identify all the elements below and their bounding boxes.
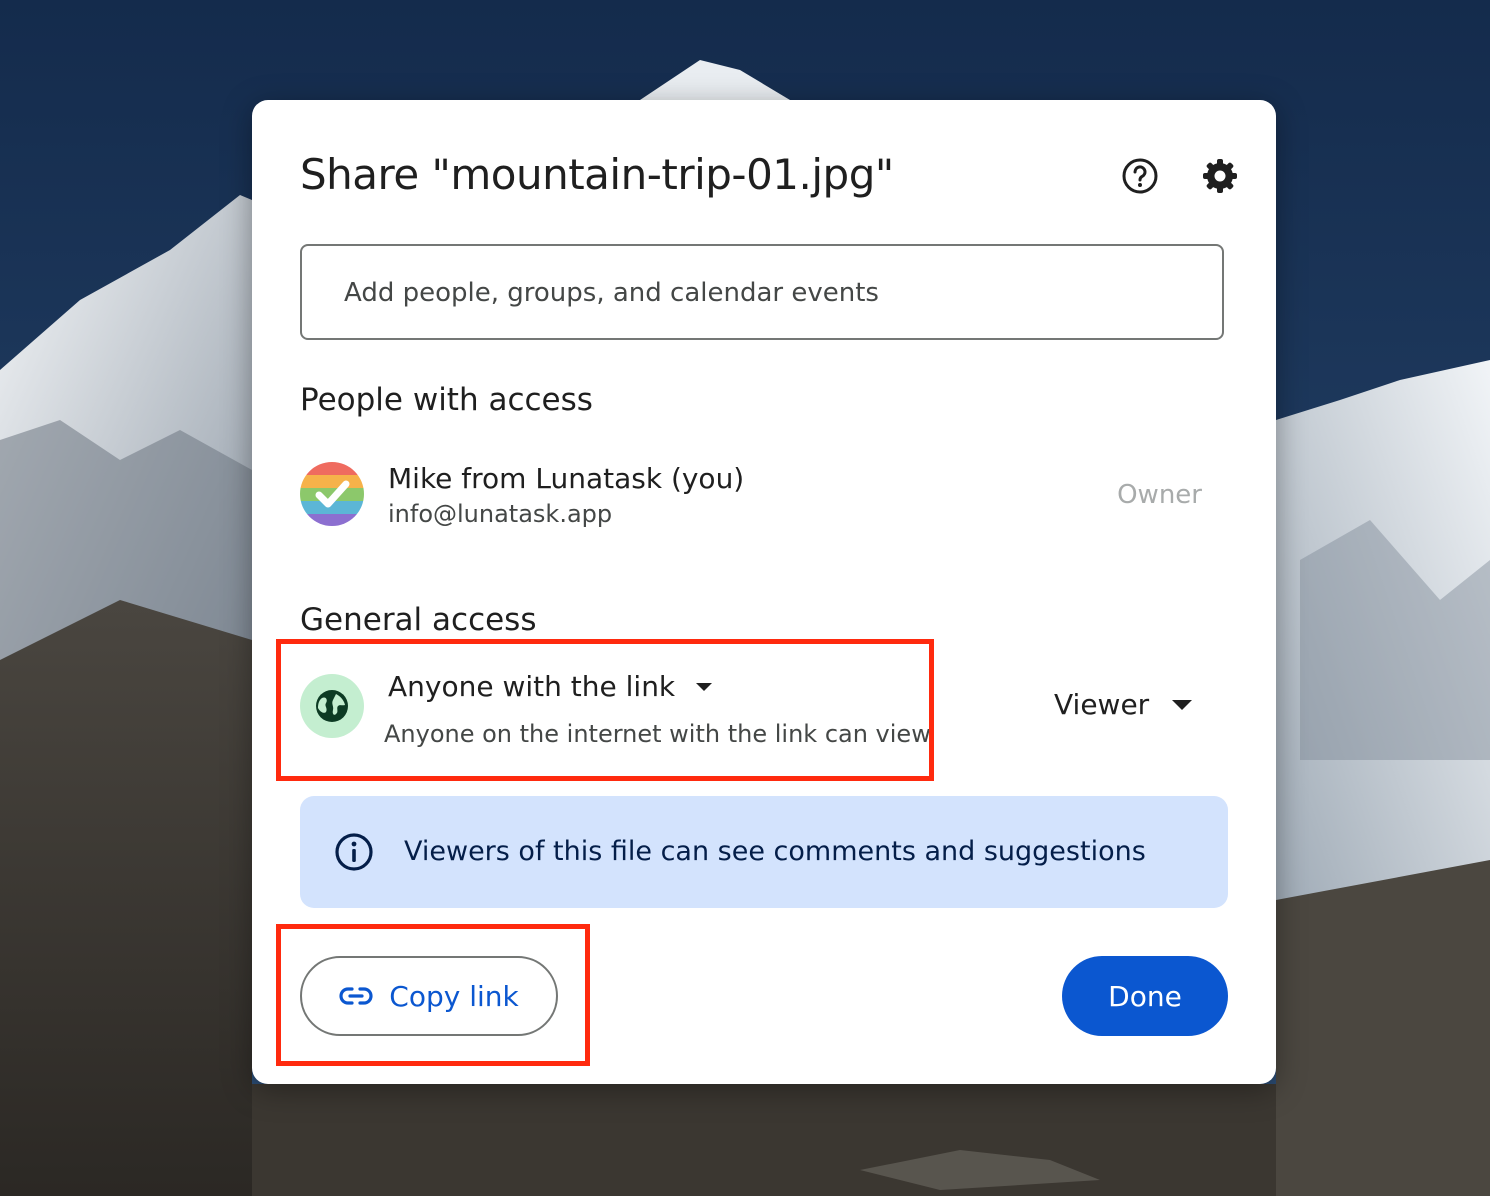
caret-down-icon	[1172, 699, 1193, 710]
dialog-title: Share "mountain-trip-01.jpg"	[300, 150, 894, 199]
link-icon	[339, 987, 373, 1005]
person-role: Owner	[1117, 480, 1202, 510]
general-access-heading: General access	[300, 602, 537, 638]
role-dropdown[interactable]: Viewer	[1054, 688, 1193, 721]
info-banner: Viewers of this file can see comments an…	[300, 796, 1228, 908]
person-email: info@lunatask.app	[388, 500, 613, 528]
help-circle-icon	[1122, 158, 1158, 194]
settings-button[interactable]	[1196, 152, 1244, 200]
add-people-input[interactable]	[342, 272, 1186, 314]
role-label: Viewer	[1054, 688, 1150, 721]
done-button[interactable]: Done	[1062, 956, 1228, 1036]
general-access-scope: Anyone with the link	[388, 670, 676, 703]
info-banner-text: Viewers of this file can see comments an…	[404, 836, 1146, 867]
general-access-dropdown[interactable]: Anyone with the link	[388, 670, 713, 703]
lunatask-logo-icon	[300, 462, 364, 526]
gear-icon	[1203, 159, 1237, 193]
info-icon	[335, 833, 373, 871]
share-dialog: Share "mountain-trip-01.jpg" People with…	[252, 100, 1276, 1084]
copy-link-label: Copy link	[389, 979, 519, 1013]
globe-icon-badge	[300, 674, 364, 738]
done-label: Done	[1108, 979, 1182, 1013]
avatar	[300, 462, 364, 526]
caret-down-icon	[696, 682, 713, 691]
general-access-description: Anyone on the internet with the link can…	[384, 720, 931, 748]
help-button[interactable]	[1116, 152, 1164, 200]
globe-icon	[316, 690, 348, 722]
people-with-access-heading: People with access	[300, 382, 593, 418]
person-name: Mike from Lunatask (you)	[388, 462, 745, 495]
add-people-field[interactable]	[300, 244, 1224, 340]
copy-link-button[interactable]: Copy link	[300, 956, 558, 1036]
